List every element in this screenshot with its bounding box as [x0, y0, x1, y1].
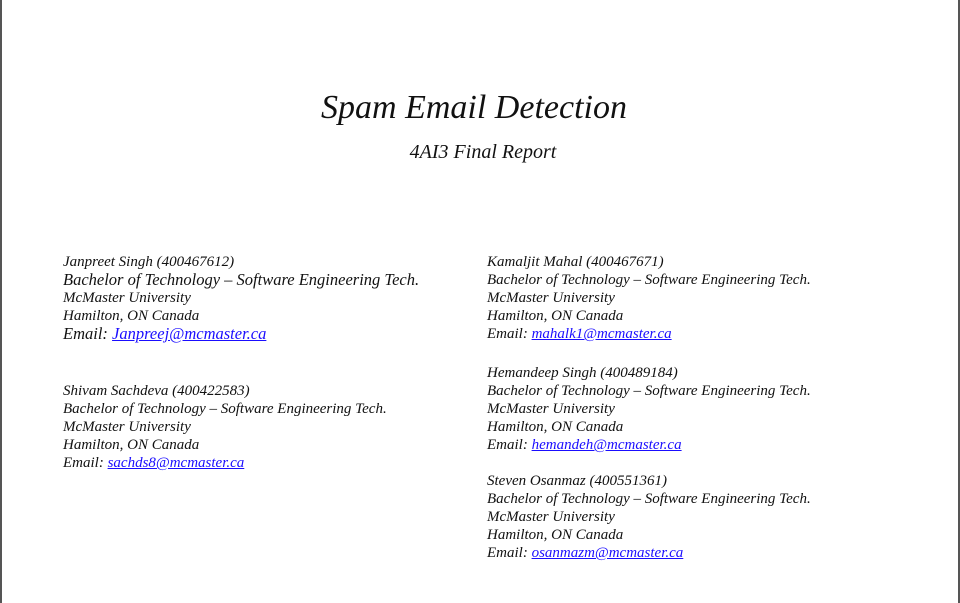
author-degree: Bachelor of Technology – Software Engine…	[63, 401, 387, 417]
author-block: Kamaljit Mahal (400467671) Bachelor of T…	[487, 253, 811, 343]
author-location: Hamilton, ON Canada	[63, 308, 200, 324]
author-block: Shivam Sachdeva (400422583) Bachelor of …	[63, 382, 387, 472]
author-university: McMaster University	[63, 419, 191, 435]
author-name: Janpreet Singh (400467612)	[63, 254, 235, 270]
author-name: Kamaljit Mahal (400467671)	[487, 254, 664, 270]
author-university: McMaster University	[487, 401, 615, 417]
author-block: Hemandeep Singh (400489184) Bachelor of …	[487, 364, 811, 454]
document-subtitle: 4AI3 Final Report	[409, 141, 557, 163]
document-title: Spam Email Detection	[321, 89, 627, 126]
email-label: Email:	[63, 324, 113, 343]
author-degree: Bachelor of Technology – Software Engine…	[63, 270, 420, 289]
email-label: Email:	[487, 545, 532, 561]
email-label: Email:	[63, 455, 108, 471]
author-university: McMaster University	[487, 290, 615, 306]
author-degree: Bachelor of Technology – Software Engine…	[487, 272, 811, 288]
author-degree: Bachelor of Technology – Software Engine…	[487, 383, 811, 399]
author-name: Hemandeep Singh (400489184)	[487, 365, 678, 381]
email-link[interactable]: osanmazm@mcmaster.ca	[532, 545, 684, 561]
email-label: Email:	[487, 437, 532, 453]
author-location: Hamilton, ON Canada	[63, 437, 200, 453]
email-label: Email:	[487, 326, 532, 342]
email-link[interactable]: mahalk1@mcmaster.ca	[532, 326, 672, 342]
author-block: Steven Osanmaz (400551361) Bachelor of T…	[487, 472, 811, 562]
author-name: Shivam Sachdeva (400422583)	[63, 383, 250, 399]
author-email-line: Email: sachds8@mcmaster.ca	[63, 454, 387, 472]
author-location: Hamilton, ON Canada	[487, 308, 624, 324]
email-link[interactable]: sachds8@mcmaster.ca	[108, 455, 245, 471]
author-degree: Bachelor of Technology – Software Engine…	[487, 491, 811, 507]
author-email-line: Email: mahalk1@mcmaster.ca	[487, 325, 811, 343]
author-university: McMaster University	[487, 509, 615, 525]
author-location: Hamilton, ON Canada	[487, 419, 624, 435]
author-location: Hamilton, ON Canada	[487, 527, 624, 543]
author-block: Janpreet Singh (400467612) Bachelor of T…	[63, 253, 419, 343]
author-university: McMaster University	[63, 290, 191, 306]
email-link[interactable]: hemandeh@mcmaster.ca	[532, 437, 682, 453]
author-email-line: Email: Janpreej@mcmaster.ca	[63, 325, 419, 343]
author-email-line: Email: hemandeh@mcmaster.ca	[487, 436, 811, 454]
author-name: Steven Osanmaz (400551361)	[487, 473, 667, 489]
author-email-line: Email: osanmazm@mcmaster.ca	[487, 544, 811, 562]
email-link[interactable]: Janpreej@mcmaster.ca	[112, 324, 266, 343]
